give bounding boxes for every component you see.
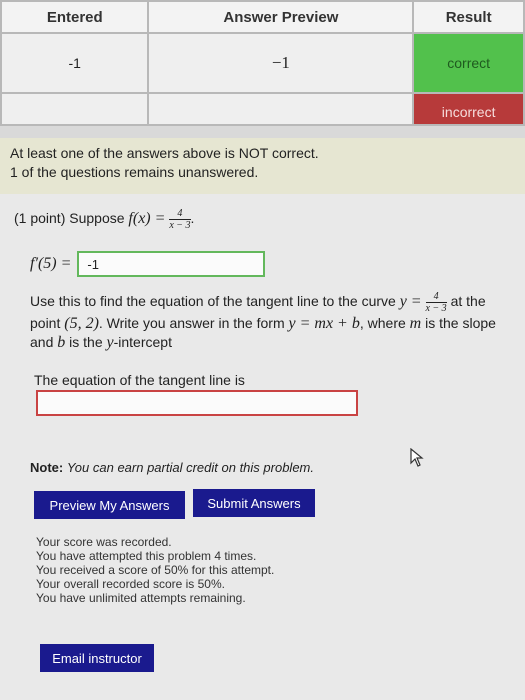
function-fraction: 4 x − 3 bbox=[169, 208, 191, 231]
instruction-text: -intercept bbox=[113, 334, 172, 350]
instruction-text: , where bbox=[359, 315, 406, 331]
derivative-row: f′(5) = bbox=[30, 251, 266, 277]
points-label: (1 point) Suppose bbox=[14, 210, 125, 227]
problem-statement: (1 point) Suppose f(x) = 4 x − 3 . bbox=[14, 208, 194, 231]
score-line: Your score was recorded. bbox=[36, 535, 172, 549]
email-instructor-button[interactable]: Email instructor bbox=[40, 644, 154, 672]
partial-credit-note: Note: You can earn partial credit on thi… bbox=[30, 460, 314, 475]
curve-fraction-numerator: 4 bbox=[425, 291, 447, 303]
instruction-text: at the bbox=[450, 293, 486, 310]
score-line: You have unlimited attempts remaining. bbox=[36, 591, 246, 605]
curve-y-eq: y = bbox=[399, 293, 422, 311]
table-row: incorrect bbox=[0, 92, 525, 126]
entered-cell bbox=[0, 92, 150, 126]
intercept-var: b bbox=[57, 334, 66, 351]
tangent-line-label: The equation of the tangent line is bbox=[34, 372, 245, 388]
line-form: y = mx + b bbox=[288, 315, 360, 332]
header-entered: Entered bbox=[0, 0, 150, 34]
instruction-text: . Write you answer in the form bbox=[98, 315, 285, 331]
preview-cell: −1 bbox=[147, 32, 415, 94]
instruction-text: point bbox=[30, 315, 61, 331]
preview-cell bbox=[147, 92, 415, 126]
fraction-end: . bbox=[190, 210, 195, 227]
slope-var: m bbox=[409, 315, 422, 332]
table-header-row: Entered Answer Preview Result bbox=[0, 0, 525, 34]
score-summary: Your score was recorded. You have attemp… bbox=[36, 535, 274, 605]
result-incorrect-cell: incorrect bbox=[412, 92, 525, 126]
instruction-text: is the slope bbox=[425, 315, 496, 331]
header-answer-preview: Answer Preview bbox=[147, 0, 415, 34]
note-label: Note: bbox=[30, 460, 64, 475]
instruction-text: is the bbox=[69, 334, 103, 350]
instruction-text: Use this to find the equation of the tan… bbox=[30, 293, 396, 310]
submit-answers-button[interactable]: Submit Answers bbox=[193, 489, 315, 517]
derivative-label: f′(5) = bbox=[30, 255, 72, 272]
score-line: You have attempted this problem 4 times. bbox=[36, 549, 257, 563]
curve-fraction: 4 x − 3 bbox=[425, 291, 447, 314]
fraction-denominator: x − 3 bbox=[169, 220, 191, 231]
entered-cell: -1 bbox=[0, 32, 150, 94]
preview-answers-button[interactable]: Preview My Answers bbox=[34, 491, 185, 519]
mouse-cursor-icon bbox=[410, 448, 424, 467]
header-result: Result bbox=[412, 0, 525, 34]
tangent-line-input[interactable] bbox=[36, 390, 358, 416]
curve-fraction-denominator: x − 3 bbox=[425, 303, 447, 314]
tangent-instructions: Use this to find the equation of the tan… bbox=[30, 291, 518, 352]
result-correct-cell: correct bbox=[412, 32, 525, 94]
function-lhs: f(x) = bbox=[128, 210, 166, 228]
feedback-not-correct: At least one of the answers above is NOT… bbox=[10, 145, 319, 161]
problem-area: (1 point) Suppose f(x) = 4 x − 3 . f′(5)… bbox=[0, 194, 525, 700]
feedback-messages: At least one of the answers above is NOT… bbox=[0, 138, 525, 194]
table-row: -1 −1 correct bbox=[0, 32, 525, 94]
results-table: Entered Answer Preview Result -1 −1 corr… bbox=[0, 0, 525, 126]
derivative-answer-input[interactable] bbox=[77, 251, 266, 277]
feedback-unanswered: 1 of the questions remains unanswered. bbox=[10, 164, 259, 180]
score-line: You received a score of 50% for this att… bbox=[36, 563, 275, 577]
y-var: y bbox=[106, 334, 114, 351]
score-line: Your overall recorded score is 50%. bbox=[36, 577, 225, 591]
instruction-text: and bbox=[30, 334, 54, 350]
point-coordinates: (5, 2) bbox=[64, 315, 99, 332]
note-text: You can earn partial credit on this prob… bbox=[66, 460, 314, 475]
fraction-numerator: 4 bbox=[169, 208, 191, 220]
